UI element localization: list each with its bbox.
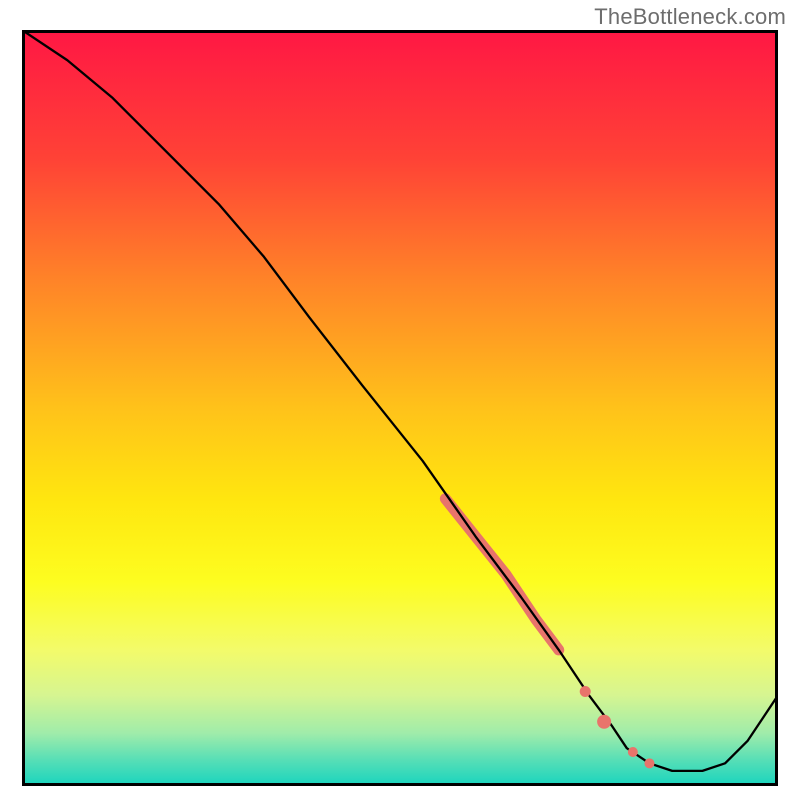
dot-4 — [644, 758, 654, 768]
dot-2 — [597, 715, 611, 729]
chart-container: TheBottleneck.com — [0, 0, 800, 800]
plot-background — [22, 30, 778, 786]
chart-svg — [22, 30, 778, 786]
dot-3 — [628, 747, 638, 757]
dot-1 — [580, 686, 591, 697]
watermark-text: TheBottleneck.com — [594, 4, 786, 30]
